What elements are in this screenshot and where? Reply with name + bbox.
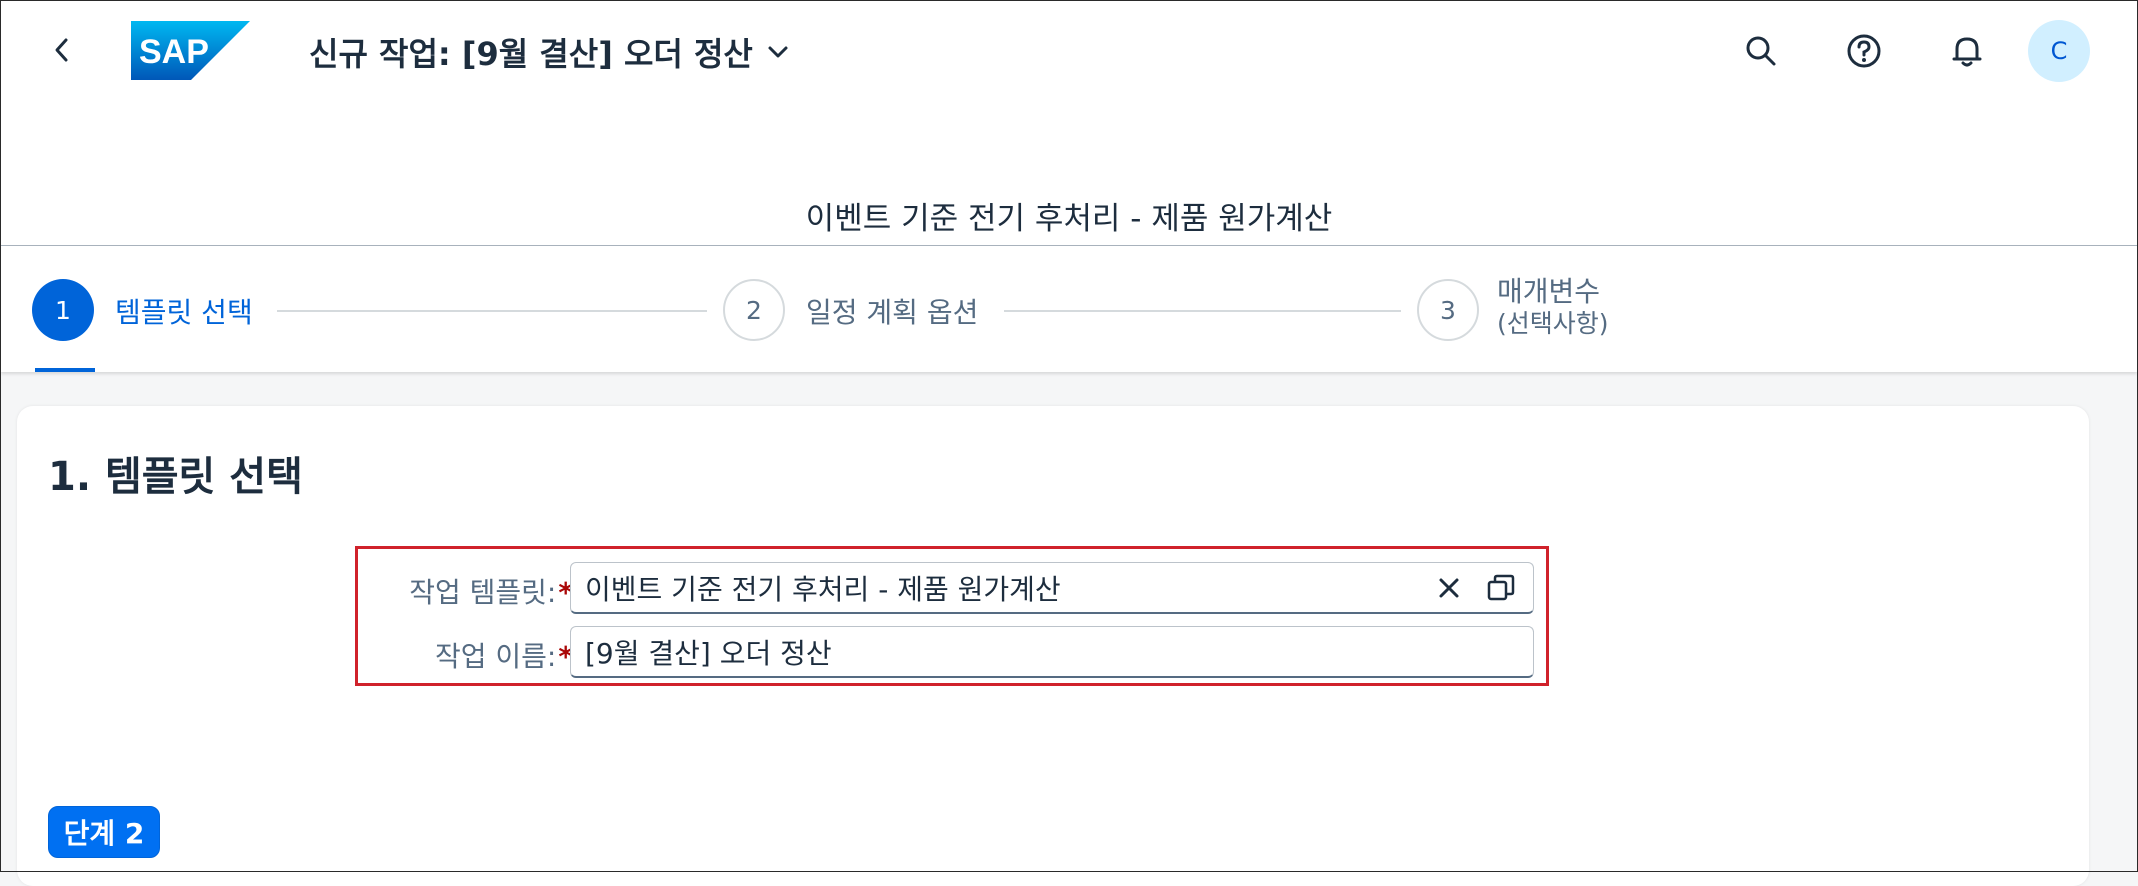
step-2-circle[interactable]: 2 [723, 279, 785, 341]
wizard-progress-bar: 1 템플릿 선택 2 일정 계획 옵션 3 매개변수 (선택사항) [1, 246, 2137, 372]
job-name-input-value: [9월 결산] 오더 정산 [585, 636, 832, 670]
template-field-label: 작업 템플릿:* [409, 571, 573, 611]
wizard-title: 이벤트 기준 전기 후처리 - 제품 원가계산 [805, 201, 1333, 237]
step-3-label[interactable]: 매개변수 (선택사항) [1497, 276, 1609, 340]
template-label-text: 작업 템플릿: [409, 576, 557, 609]
step-connector [1004, 310, 1401, 312]
step-content-card: 1. 템플릿 선택 작업 템플릿:* 이벤트 기준 전기 후처리 - 제품 원가… [17, 406, 2089, 886]
search-icon [1746, 36, 1776, 66]
step-3-circle[interactable]: 3 [1417, 279, 1479, 341]
wizard-header: 이벤트 기준 전기 후처리 - 제품 원가계산 [1, 101, 2137, 246]
step-3-label-line1: 매개변수 [1497, 275, 1601, 308]
step-3-label-line2: (선택사항) [1497, 309, 1609, 338]
shell-header: SAP 신규 작업: [9월 결산] 오더 정산 C [1, 1, 2137, 101]
sap-logo[interactable]: SAP [131, 21, 250, 80]
clear-icon [1439, 578, 1459, 597]
app-title: 신규 작업: [9월 결산] 오더 정산 [309, 35, 753, 73]
step-1-circle[interactable]: 1 [32, 279, 94, 341]
step-2-label[interactable]: 일정 계획 옵션 [806, 291, 978, 331]
template-input-value: 이벤트 기준 전기 후처리 - 제품 원가계산 [585, 572, 1061, 606]
step-connector [277, 310, 707, 312]
name-label-text: 작업 이름: [434, 640, 557, 673]
name-field-label: 작업 이름:* [435, 635, 573, 675]
value-help-button[interactable] [1481, 568, 1521, 608]
step-1-label[interactable]: 템플릿 선택 [115, 291, 253, 331]
sap-logo-text: SAP [139, 33, 209, 71]
chevron-down-icon [768, 46, 788, 58]
notification-bell-icon [1952, 37, 1982, 67]
clear-button[interactable] [1429, 568, 1469, 608]
section-title: 1. 템플릿 선택 [48, 454, 303, 500]
help-icon [1847, 34, 1881, 68]
back-icon [55, 38, 68, 62]
job-name-input[interactable]: [9월 결산] 오더 정산 [570, 626, 1534, 678]
next-step-button[interactable]: 단계 2 [48, 806, 160, 858]
search-button[interactable] [1741, 31, 1781, 71]
user-avatar[interactable]: C [2028, 20, 2090, 82]
notifications-button[interactable] [1947, 31, 1987, 71]
help-button[interactable] [1844, 31, 1884, 71]
back-button[interactable] [47, 35, 77, 65]
template-input[interactable]: 이벤트 기준 전기 후처리 - 제품 원가계산 [570, 562, 1534, 614]
value-help-icon [1487, 574, 1515, 600]
active-step-indicator [35, 368, 95, 372]
app-title-menu[interactable]: 신규 작업: [9월 결산] 오더 정산 [309, 29, 789, 75]
